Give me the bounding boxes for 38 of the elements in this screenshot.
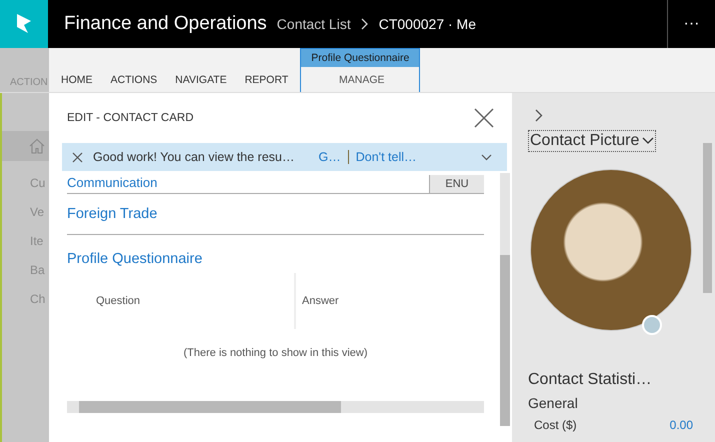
- home-icon: [29, 138, 45, 154]
- logo-icon: [15, 13, 33, 35]
- chevron-down-icon: [642, 137, 654, 145]
- status-dot-icon: [642, 315, 662, 335]
- ribbon-tab[interactable]: HOME: [52, 72, 102, 92]
- column-header[interactable]: Answer: [294, 273, 339, 329]
- field-label: Cost ($): [534, 418, 577, 432]
- message-link[interactable]: G…: [318, 150, 341, 164]
- chevron-right-icon[interactable]: [535, 109, 543, 122]
- ribbon-tab-label: ACTION: [9, 77, 48, 90]
- vertical-scrollbar[interactable]: [703, 143, 712, 293]
- ribbon-tab[interactable]: MANAGE: [330, 72, 394, 92]
- field-value[interactable]: 0.00: [670, 418, 693, 432]
- contact-picture-dropdown[interactable]: Contact Picture: [528, 130, 656, 152]
- vertical-scrollbar[interactable]: [500, 173, 510, 426]
- section-header[interactable]: Foreign Trade: [67, 206, 158, 222]
- message-link[interactable]: Don't tell…: [356, 150, 416, 164]
- dialog-title: EDIT - CONTACT CARD: [67, 112, 195, 124]
- section-header[interactable]: Profile Questionnaire: [67, 251, 484, 267]
- ribbon-tab[interactable]: NAVIGATE: [166, 72, 236, 92]
- breadcrumb-item[interactable]: Contact List: [276, 16, 351, 32]
- column-header[interactable]: Question: [67, 273, 294, 329]
- dismiss-button[interactable]: [72, 152, 83, 162]
- message-text: Good work! You can view the resu…: [93, 150, 295, 164]
- close-button[interactable]: [474, 108, 494, 128]
- chevron-right-icon: [360, 18, 369, 30]
- language-value: ENU: [429, 175, 484, 193]
- breadcrumb-item: CT000027 · Me: [378, 16, 476, 32]
- section-header[interactable]: Communication: [67, 175, 158, 193]
- group-label: General: [528, 395, 579, 411]
- ribbon-tab[interactable]: ACTIONS: [102, 72, 166, 92]
- ribbon-tab[interactable]: REPORT: [236, 72, 298, 92]
- context-group-header: Profile Questionnaire: [300, 48, 420, 67]
- app-title: Finance and Operations: [64, 13, 267, 35]
- empty-message: (There is nothing to show in this view): [182, 347, 369, 359]
- statistics-title[interactable]: Contact Statisti…: [528, 371, 715, 389]
- chevron-down-icon[interactable]: [481, 154, 492, 160]
- horizontal-scrollbar[interactable]: [67, 401, 484, 413]
